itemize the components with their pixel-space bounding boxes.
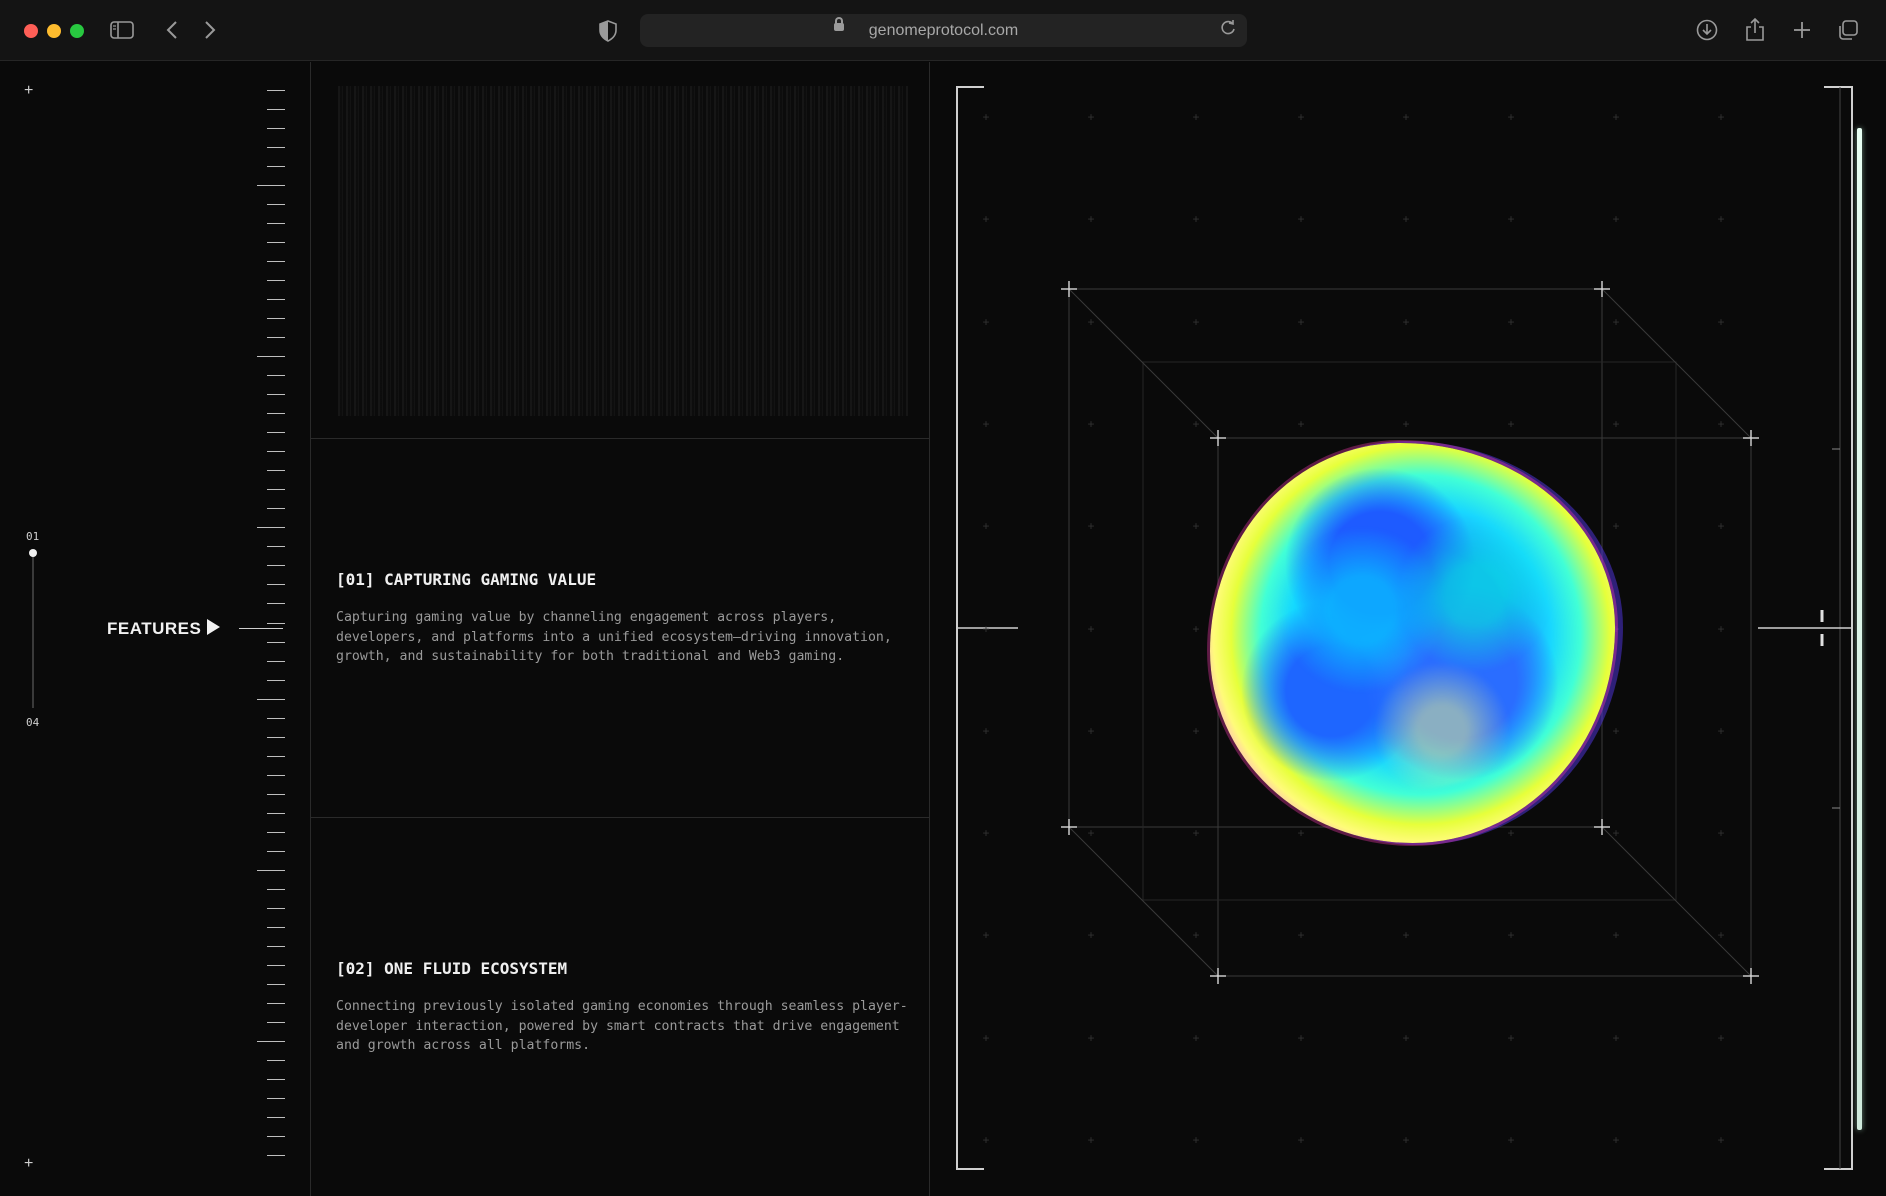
grid-plus-marker: + xyxy=(1087,826,1095,840)
grid-plus-marker: + xyxy=(1297,1133,1305,1147)
grid-plus-marker: + xyxy=(1717,1133,1725,1147)
grid-plus-marker: + xyxy=(1402,315,1410,329)
grid-plus-marker: + xyxy=(1717,826,1725,840)
grid-plus-marker: + xyxy=(1612,519,1620,533)
grid-plus-marker: + xyxy=(1402,928,1410,942)
grid-plus-marker: + xyxy=(1717,110,1725,124)
grid-plus-marker: + xyxy=(1507,417,1515,431)
grid-plus-marker: + xyxy=(1192,826,1200,840)
grid-plus-marker: + xyxy=(1087,110,1095,124)
grid-plus-marker: + xyxy=(1297,826,1305,840)
grid-plus-marker: + xyxy=(1612,928,1620,942)
grid-plus-marker: + xyxy=(982,724,990,738)
grid-plus-marker: + xyxy=(1087,315,1095,329)
grid-plus-marker: + xyxy=(1192,417,1200,431)
grid-plus-marker: + xyxy=(1297,315,1305,329)
grid-plus-marker: + xyxy=(1507,1031,1515,1045)
grid-plus-marker: + xyxy=(1297,417,1305,431)
grid-plus-marker: + xyxy=(1192,622,1200,636)
grid-plus-marker: + xyxy=(1507,928,1515,942)
grid-plus-marker: + xyxy=(1612,1133,1620,1147)
grid-plus-marker: + xyxy=(1087,622,1095,636)
grid-plus-marker: + xyxy=(982,519,990,533)
grid-plus-marker: + xyxy=(1297,212,1305,226)
grid-plus-marker: + xyxy=(1507,315,1515,329)
grid-plus-marker: + xyxy=(1087,1133,1095,1147)
grid-plus-marker: + xyxy=(982,1133,990,1147)
grid-plus-marker: + xyxy=(982,928,990,942)
blob-highlight xyxy=(1250,490,1570,790)
vertical-scroll-slider[interactable] xyxy=(1857,128,1862,1130)
grid-plus-marker: + xyxy=(1717,724,1725,738)
grid-plus-marker: + xyxy=(1192,110,1200,124)
grid-plus-marker: + xyxy=(1087,212,1095,226)
grid-plus-marker: + xyxy=(1717,417,1725,431)
grid-plus-marker: + xyxy=(982,212,990,226)
grid-plus-marker: + xyxy=(1612,826,1620,840)
grid-plus-marker: + xyxy=(1507,1133,1515,1147)
grid-plus-marker: + xyxy=(1612,724,1620,738)
grid-plus-marker: + xyxy=(982,622,990,636)
grid-plus-marker: + xyxy=(1507,110,1515,124)
grid-plus-marker: + xyxy=(1192,315,1200,329)
grid-plus-marker: + xyxy=(1192,724,1200,738)
grid-plus-marker: + xyxy=(1192,519,1200,533)
grid-plus-marker: + xyxy=(1612,315,1620,329)
grid-plus-marker: + xyxy=(982,1031,990,1045)
grid-plus-marker: + xyxy=(1087,928,1095,942)
grid-plus-marker: + xyxy=(982,315,990,329)
grid-plus-marker: + xyxy=(1402,417,1410,431)
grid-plus-marker: + xyxy=(1087,519,1095,533)
grid-plus-marker: + xyxy=(1402,1133,1410,1147)
grid-plus-marker: + xyxy=(1192,928,1200,942)
grid-plus-marker: + xyxy=(1297,1031,1305,1045)
grid-plus-marker: + xyxy=(1402,212,1410,226)
grid-plus-marker: + xyxy=(1612,417,1620,431)
grid-plus-marker: + xyxy=(1087,724,1095,738)
grid-plus-marker: + xyxy=(982,826,990,840)
grid-plus-marker: + xyxy=(1507,826,1515,840)
grid-plus-marker: + xyxy=(1507,212,1515,226)
grid-plus-marker: + xyxy=(1192,1031,1200,1045)
grid-plus-marker: + xyxy=(982,110,990,124)
grid-plus-marker: + xyxy=(1192,212,1200,226)
grid-plus-marker: + xyxy=(1612,212,1620,226)
grid-plus-marker: + xyxy=(1612,110,1620,124)
grid-plus-marker: + xyxy=(1192,1133,1200,1147)
grid-plus-marker: + xyxy=(1717,622,1725,636)
grid-plus-marker: + xyxy=(1087,1031,1095,1045)
grid-plus-marker: + xyxy=(1717,315,1725,329)
grid-plus-marker: + xyxy=(1402,110,1410,124)
grid-plus-marker: + xyxy=(1297,928,1305,942)
grid-plus-marker: + xyxy=(1612,1031,1620,1045)
grid-plus-marker: + xyxy=(1717,928,1725,942)
grid-plus-marker: + xyxy=(1717,212,1725,226)
grid-plus-marker: + xyxy=(1087,417,1095,431)
grid-plus-marker: + xyxy=(982,417,990,431)
grid-plus-marker: + xyxy=(1717,1031,1725,1045)
grid-plus-marker: + xyxy=(1297,110,1305,124)
grid-plus-marker: + xyxy=(1717,519,1725,533)
grid-plus-marker: + xyxy=(1402,1031,1410,1045)
